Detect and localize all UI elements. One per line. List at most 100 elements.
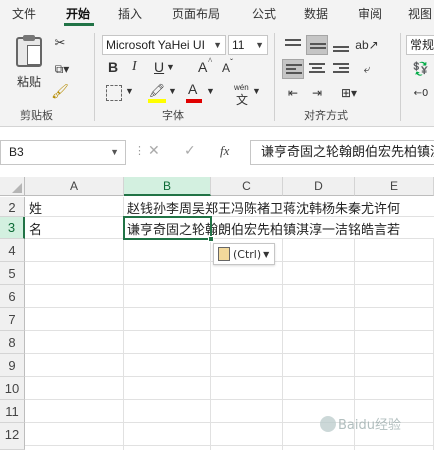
paste-options-label: (Ctrl) [233,247,262,261]
tab-insert[interactable]: 插入 [118,5,142,22]
ribbon: 粘贴 ✂ ⧉▾ 🖌 剪贴板 Microsoft YaHei UI ▼ 11 ▼ … [0,27,434,127]
align-middle-button[interactable] [306,35,328,55]
underline-button[interactable]: U [154,59,164,75]
enter-icon[interactable]: ✓ [184,143,196,159]
row-header-8[interactable]: 8 [0,331,25,354]
row-header-12[interactable]: 12 [0,423,25,450]
font-size-value: 11 [232,38,245,52]
column-header-d[interactable]: D [283,177,355,196]
fill-color-swatch [148,99,166,103]
align-right-button[interactable] [330,59,352,79]
decrease-indent-icon[interactable]: ⇤ [282,83,304,103]
paste-button[interactable]: 粘贴 [10,33,48,93]
chevron-down-icon[interactable]: ▼ [166,62,175,72]
name-box[interactable]: B3 ▼ [0,140,126,165]
column-header-e[interactable]: E [355,177,434,196]
column-header-b[interactable]: B [124,177,211,196]
row-header-10[interactable]: 10 [0,377,25,400]
shrink-font-button[interactable]: A [222,61,230,75]
merge-center-icon[interactable]: ⊞▾ [338,83,360,103]
chevron-down-icon: ▼ [255,40,264,50]
paste-label: 粘贴 [16,74,41,89]
clipboard-icon [16,34,42,67]
watermark: Baidu经验 [320,414,401,433]
row-header-7[interactable]: 7 [0,308,25,331]
tab-home[interactable]: 开始 [66,5,90,22]
row-header-9[interactable]: 9 [0,354,25,377]
group-divider [274,33,275,121]
grow-font-button[interactable]: A [198,59,207,75]
fill-color-icon[interactable]: 🖍 [148,83,166,99]
font-group-label: 字体 [162,109,184,122]
chevron-down-icon[interactable]: ▼ [252,86,261,96]
orientation-icon[interactable]: ab↗ [355,35,378,55]
row-header-6[interactable]: 6 [0,285,25,308]
align-left-button[interactable] [282,59,304,79]
row-header-3[interactable]: 3 [0,217,25,239]
copy-icon[interactable]: ⧉▾ [50,60,74,78]
font-name-select[interactable]: Microsoft YaHei UI ▼ [102,35,226,55]
format-painter-icon[interactable]: 🖌 [51,83,69,101]
cell-reference: B3 [9,145,24,159]
font-name-value: Microsoft YaHei UI [106,38,205,52]
active-cell-border [123,216,212,240]
font-size-select[interactable]: 11 ▼ [228,35,268,55]
group-divider [400,33,401,121]
select-all-corner[interactable] [0,177,25,196]
tab-review[interactable]: 审阅 [358,5,382,22]
row-header-2[interactable]: 2 [0,197,25,217]
clipboard-group-label: 剪贴板 [20,109,53,122]
paste-clipboard-icon [218,247,230,261]
number-format-select[interactable]: 常规 [406,35,434,55]
paste-options-button[interactable]: (Ctrl) ▼ [213,243,275,265]
tab-file[interactable]: 文件 [12,5,36,22]
wrap-text-icon[interactable]: ⤶ [356,59,378,79]
cell-a2[interactable]: 姓 [29,198,42,217]
borders-icon[interactable] [106,85,122,101]
grow-font-icon: ^ [208,56,213,66]
chevron-down-icon[interactable]: ▼ [110,141,119,164]
group-divider [94,33,95,121]
cell-grid[interactable]: 姓 赵钱孙李周吴郑王冯陈褚卫蒋沈韩杨朱秦尤许何 名 谦亨奇固之轮翰朗伯宏先柏镇淇… [25,197,434,450]
column-header-a[interactable]: A [25,177,124,196]
align-center-button[interactable] [306,59,328,79]
phonetic-guide-icon: 文 [236,93,249,107]
insert-function-button[interactable]: fx [220,143,229,159]
active-tab-indicator [64,23,94,26]
alignment-group-label: 对齐方式 [304,109,348,122]
tab-view[interactable]: 视图 [408,5,432,22]
align-top-button[interactable] [282,35,304,55]
shrink-font-icon: ˇ [230,57,233,67]
increase-indent-icon[interactable]: ⇥ [306,83,328,103]
number-format-value: 常规 [410,38,434,52]
cell-a3[interactable]: 名 [29,219,42,238]
chevron-down-icon: ▼ [213,40,222,50]
chevron-down-icon[interactable]: ▼ [206,86,215,96]
fill-handle[interactable] [208,236,214,242]
increase-decimal-icon[interactable]: ←0 [410,83,432,103]
baidu-paw-icon [320,416,336,432]
align-bottom-button[interactable] [330,35,352,55]
tab-formulas[interactable]: 公式 [252,5,276,22]
ribbon-tab-bar: 文件 开始 插入 页面布局 公式 数据 审阅 视图 [0,0,434,27]
row-header-4[interactable]: 4 [0,239,25,262]
chevron-down-icon[interactable]: ▼ [168,86,177,96]
font-color-button[interactable]: A [188,81,197,97]
row-header-11[interactable]: 11 [0,400,25,423]
chevron-down-icon[interactable]: ▼ [125,86,134,96]
chevron-down-icon: ▼ [263,249,270,259]
tab-data[interactable]: 数据 [304,5,328,22]
cancel-icon[interactable]: ✕ [148,143,160,159]
tab-page-layout[interactable]: 页面布局 [172,5,220,22]
font-color-swatch [186,99,202,103]
row-header-5[interactable]: 5 [0,262,25,285]
italic-button[interactable]: I [132,59,137,75]
formula-input[interactable]: 谦亨奇固之轮翰朗伯宏先柏镇淇淳一洁铭皓言若 [250,140,434,165]
accounting-format-icon[interactable]: 💱 [410,59,432,79]
vertical-dots-icon[interactable]: ⋮ [134,144,145,157]
watermark-text: Baidu经验 [338,418,401,433]
cell-b2[interactable]: 赵钱孙李周吴郑王冯陈褚卫蒋沈韩杨朱秦尤许何 [127,198,400,217]
bold-button[interactable]: B [108,59,118,75]
cut-icon[interactable]: ✂ [52,35,68,51]
column-header-c[interactable]: C [211,177,283,196]
